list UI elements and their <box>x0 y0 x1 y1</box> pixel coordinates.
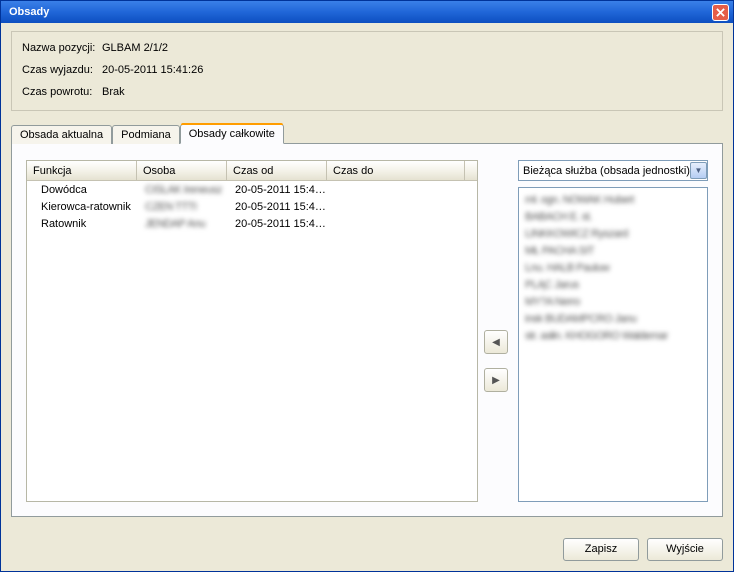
cell-os: CZEN TTTI <box>137 201 227 213</box>
duty-filter-combo[interactable]: Bieżąca służba (obsada jednostki) ▼ <box>518 160 708 181</box>
column-funkcja[interactable]: Funkcja <box>27 161 137 180</box>
column-spacer <box>465 161 477 180</box>
list-item[interactable]: Lnu. HALB Pauluw <box>525 260 701 277</box>
label-departure: Czas wyjazdu: <box>22 64 102 76</box>
footer: Zapisz Wyjście <box>1 527 733 571</box>
label-return: Czas powrotu: <box>22 86 102 98</box>
chevron-right-icon: ▶ <box>492 375 500 386</box>
grid-header: Funkcja Osoba Czas od Czas do <box>27 161 477 181</box>
crew-grid[interactable]: Funkcja Osoba Czas od Czas do Dowódca CI… <box>26 160 478 502</box>
cell-co: 20-05-2011 15:4… <box>227 184 327 196</box>
column-czas-od[interactable]: Czas od <box>227 161 327 180</box>
combo-text: Bieżąca służba (obsada jednostki) <box>523 165 690 177</box>
list-item[interactable]: str. asłin. KHOGORO Waldemar <box>525 328 701 345</box>
table-row[interactable]: Ratownik JENDAP Anu 20-05-2011 15:4… <box>27 215 477 232</box>
tab-obsada-aktualna[interactable]: Obsada aktualna <box>11 125 112 144</box>
cell-co: 20-05-2011 15:4… <box>227 218 327 230</box>
value-position: GLBAM 2/1/2 <box>102 42 168 54</box>
list-item[interactable]: insk BUDAMPCRO Janu <box>525 311 701 328</box>
cell-fn: Dowódca <box>27 184 137 196</box>
title-bar: Obsady <box>1 1 733 23</box>
tab-strip: Obsada aktualna Podmiana Obsady całkowit… <box>11 123 723 143</box>
column-osoba[interactable]: Osoba <box>137 161 227 180</box>
window: Obsady Nazwa pozycji: GLBAM 2/1/2 Czas w… <box>0 0 734 572</box>
transfer-arrows: ◀ ▶ <box>478 220 514 502</box>
table-row[interactable]: Kierowca-ratownik CZEN TTTI 20-05-2011 1… <box>27 198 477 215</box>
list-item[interactable]: BABACH E. st. <box>525 209 701 226</box>
exit-button[interactable]: Wyjście <box>647 538 723 561</box>
cell-os: CIŚLAK Ireneusz <box>137 184 227 196</box>
cell-co: 20-05-2011 15:4… <box>227 201 327 213</box>
tab-obsady-calkowite[interactable]: Obsady całkowite <box>180 124 284 144</box>
save-button[interactable]: Zapisz <box>563 538 639 561</box>
cell-os: JENDAP Anu <box>137 218 227 230</box>
label-position: Nazwa pozycji: <box>22 42 102 54</box>
chevron-down-icon[interactable]: ▼ <box>690 162 707 179</box>
grid-body: Dowódca CIŚLAK Ireneusz 20-05-2011 15:4…… <box>27 181 477 501</box>
close-icon[interactable] <box>712 4 729 21</box>
arrow-left-button[interactable]: ◀ <box>484 330 508 354</box>
arrow-right-button[interactable]: ▶ <box>484 368 508 392</box>
value-departure: 20-05-2011 15:41:26 <box>102 64 203 76</box>
client-area: Nazwa pozycji: GLBAM 2/1/2 Czas wyjazdu:… <box>1 23 733 527</box>
table-row[interactable]: Dowódca CIŚLAK Ireneusz 20-05-2011 15:4… <box>27 181 477 198</box>
value-return: Brak <box>102 86 125 98</box>
column-czas-do[interactable]: Czas do <box>327 161 465 180</box>
list-item[interactable]: mł. ogn. NOWAK Hubert <box>525 192 701 209</box>
personnel-listbox[interactable]: mł. ogn. NOWAK Hubert BABACH E. st. LINK… <box>518 187 708 502</box>
list-item[interactable]: MY?A Nerro <box>525 294 701 311</box>
info-panel: Nazwa pozycji: GLBAM 2/1/2 Czas wyjazdu:… <box>11 31 723 111</box>
cell-fn: Kierowca-ratownik <box>27 201 137 213</box>
list-item[interactable]: MŁ PACHA SIT <box>525 243 701 260</box>
tab-panel: Funkcja Osoba Czas od Czas do Dowódca CI… <box>11 143 723 517</box>
tab-podmiana[interactable]: Podmiana <box>112 125 180 144</box>
cell-fn: Ratownik <box>27 218 137 230</box>
left-pane: Funkcja Osoba Czas od Czas do Dowódca CI… <box>26 160 478 502</box>
window-title: Obsady <box>5 6 712 18</box>
list-item[interactable]: PLĄC Jarus <box>525 277 701 294</box>
list-item[interactable]: LINKKOWICZ Ryszard <box>525 226 701 243</box>
chevron-left-icon: ◀ <box>492 337 500 348</box>
right-pane: Bieżąca służba (obsada jednostki) ▼ mł. … <box>518 160 708 502</box>
